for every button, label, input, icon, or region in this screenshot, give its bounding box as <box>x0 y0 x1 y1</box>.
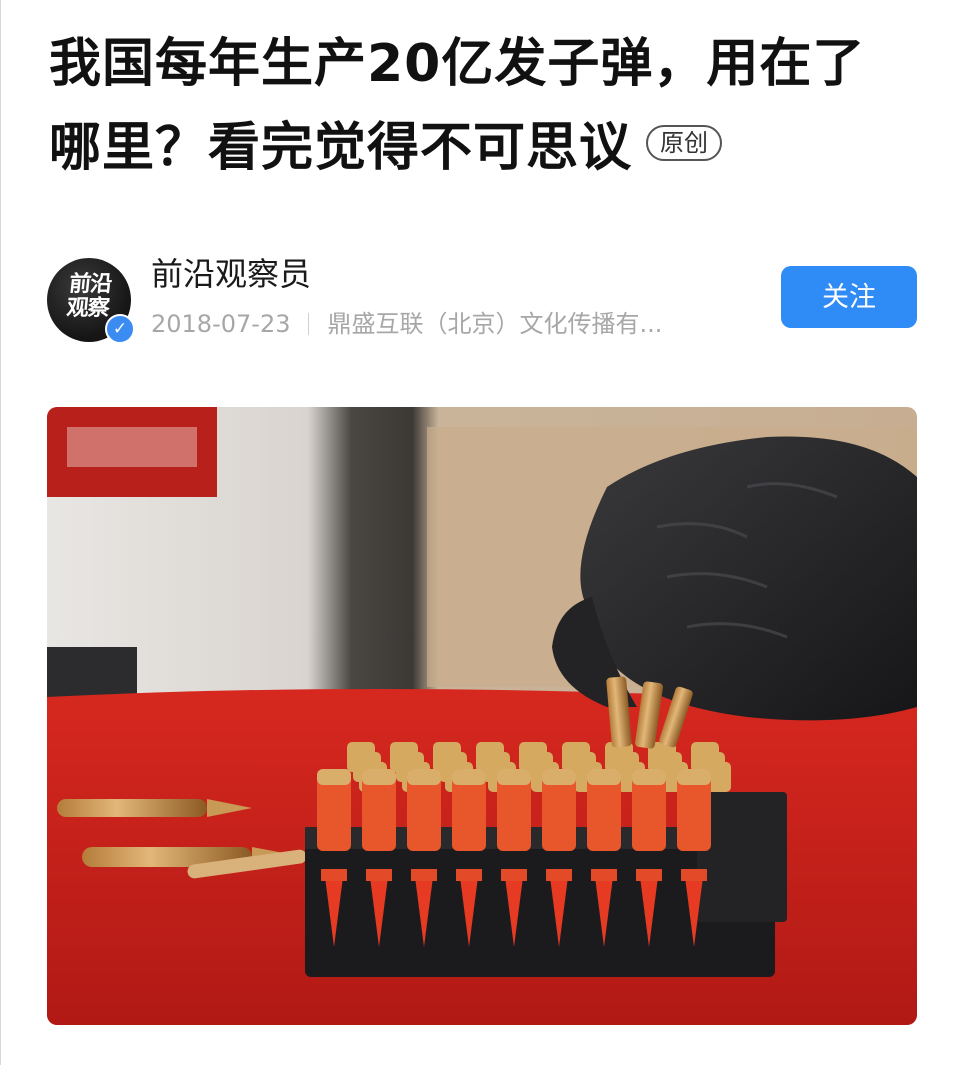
bullet-window <box>636 869 662 881</box>
bullet-rim <box>407 769 441 785</box>
bullets-photo <box>47 407 917 1025</box>
bullet-window <box>681 869 707 881</box>
avatar[interactable]: 前沿 观察 ✓ <box>47 258 135 344</box>
source-name: 鼎盛互联（北京）文化传播有... <box>327 310 663 338</box>
bullet-rim <box>587 769 621 785</box>
original-badge: 原创 <box>646 125 723 161</box>
bullet-window <box>546 869 572 881</box>
bullet-rim <box>542 769 576 785</box>
avatar-logo-text: 前沿 观察 <box>50 271 127 321</box>
verified-check-icon: ✓ <box>105 314 135 344</box>
bullet-window <box>321 869 347 881</box>
bullet-rim <box>497 769 531 785</box>
bullet-rim <box>317 769 351 785</box>
bullet-window <box>411 869 437 881</box>
article-image[interactable] <box>47 407 917 1025</box>
follow-button[interactable]: 关注 <box>781 266 917 328</box>
bullet-window <box>501 869 527 881</box>
bullet-window <box>456 869 482 881</box>
avatar-text-line1: 前沿 <box>67 271 113 297</box>
bullet-window <box>366 869 392 881</box>
publish-date: 2018-07-23 <box>151 310 291 338</box>
bullet-window <box>591 869 617 881</box>
article-title-text: 我国每年生产20亿发子弹，用在了哪里？看完觉得不可思议 <box>49 34 866 178</box>
bullet-rim <box>632 769 666 785</box>
bullet-rim <box>452 769 486 785</box>
article-title: 我国每年生产20亿发子弹，用在了哪里？看完觉得不可思议 原创 <box>49 22 909 190</box>
bullet-rim <box>677 769 711 785</box>
author-name[interactable]: 前沿观察员 <box>151 252 311 296</box>
author-row: 前沿 观察 ✓ 前沿观察员 2018-07-23 鼎盛互联（北京）文化传播有...… <box>47 255 917 344</box>
bullet-rim <box>362 769 396 785</box>
author-meta: 2018-07-23 鼎盛互联（北京）文化传播有... <box>151 308 771 340</box>
meta-divider <box>308 313 310 335</box>
